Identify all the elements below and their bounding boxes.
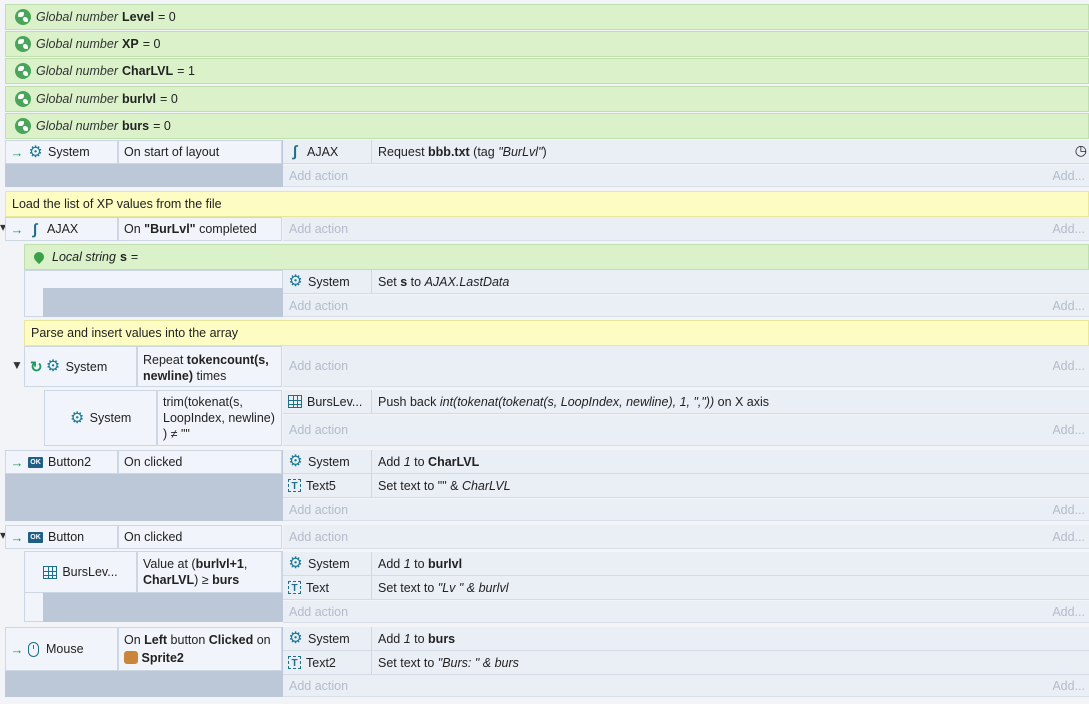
event-object-ajax[interactable]: → ∫ AJAX xyxy=(5,217,118,241)
globe-icon xyxy=(15,91,31,107)
action-set-s[interactable]: ⚙ System Set s to AJAX.LastData xyxy=(283,270,1089,294)
action-add-burlvl[interactable]: ⚙ System Add 1 to burlvl xyxy=(283,552,1089,576)
condition-trim-tokenat[interactable]: trim(tokenat(s, LoopIndex, newline)) ≠ "" xyxy=(157,390,282,446)
action-set-text[interactable]: T Text Set text to "Lv " & burlvl xyxy=(283,576,1089,600)
array-icon xyxy=(288,395,302,408)
event-object-system-repeat[interactable]: ↻ ⚙ System xyxy=(24,346,137,387)
gear-icon: ⚙ xyxy=(69,409,85,427)
collapse-triangle-icon[interactable]: ▼ xyxy=(11,358,23,372)
condition-ajax-completed[interactable]: On "BurLvl" completed xyxy=(118,217,282,241)
condition-repeat-tokencount[interactable]: Repeat tokencount(s, newline) times xyxy=(137,346,282,387)
array-icon xyxy=(43,565,58,579)
gear-icon: ⚙ xyxy=(28,143,43,161)
gear-icon: ⚙ xyxy=(288,555,303,572)
action-push-back[interactable]: BursLev... Push back int(tokenat(tokenat… xyxy=(283,390,1089,414)
add-action-row[interactable]: Add action Add... xyxy=(283,346,1089,387)
ajax-icon: ∫ xyxy=(292,143,298,160)
action-add-charlvl[interactable]: ⚙ System Add 1 to CharLVL xyxy=(283,450,1089,474)
event-object-system-trim[interactable]: ⚙ System xyxy=(44,390,157,446)
event-object-button2[interactable]: → OK Button2 xyxy=(5,450,118,474)
arrow-icon: → xyxy=(10,529,24,545)
action-ajax-request[interactable]: ∫ AJAX Request bbb.txt (tag "BurLvl") ◷ xyxy=(283,140,1089,164)
arrow-icon: → xyxy=(10,454,24,470)
add-action-row[interactable]: Add action Add... xyxy=(283,675,1089,697)
comment-parse-values[interactable]: Parse and insert values into the array xyxy=(24,320,1089,346)
add-action-row[interactable]: Add action Add... xyxy=(283,165,1089,187)
text-object-icon: T xyxy=(288,581,301,594)
history-icon[interactable]: ◷ xyxy=(1075,142,1087,159)
event-object-button[interactable]: → OK Button xyxy=(5,525,118,549)
gear-icon: ⚙ xyxy=(288,453,303,470)
globe-icon xyxy=(15,118,31,134)
global-var-burs[interactable]: Global number burs = 0 xyxy=(5,113,1089,139)
location-pin-icon xyxy=(31,249,47,265)
globe-icon xyxy=(15,9,31,25)
globe-icon xyxy=(15,36,31,52)
mouse-icon xyxy=(28,641,39,657)
gear-icon: ⚙ xyxy=(288,630,303,647)
action-add-burs[interactable]: ⚙ System Add 1 to burs xyxy=(283,627,1089,651)
condition-on-left-clicked[interactable]: On Left button Clicked on Sprite2 xyxy=(118,627,282,671)
add-action-row[interactable]: Add action Add... xyxy=(283,415,1089,446)
add-action-row[interactable]: Add action Add... xyxy=(283,217,1089,241)
global-var-level[interactable]: Global number Level = 0 xyxy=(5,4,1089,30)
arrow-icon: → xyxy=(10,144,24,160)
add-action-row[interactable]: Add action Add... xyxy=(283,499,1089,521)
add-action-row[interactable]: Add action Add... xyxy=(283,525,1089,549)
local-var-s[interactable]: Local string s = xyxy=(24,244,1089,270)
loop-icon: ↻ xyxy=(30,358,43,376)
add-action-row[interactable]: Add action Add... xyxy=(283,601,1089,623)
global-var-xp[interactable]: Global number XP = 0 xyxy=(5,31,1089,57)
global-var-charlvl[interactable]: Global number CharLVL = 1 xyxy=(5,58,1089,84)
button-ok-icon: OK xyxy=(28,456,43,468)
global-var-burlvl[interactable]: Global number burlvl = 0 xyxy=(5,86,1089,112)
comment-load-xp[interactable]: Load the list of XP values from the file xyxy=(5,191,1089,217)
gear-icon: ⚙ xyxy=(45,358,61,375)
arrow-icon: → xyxy=(10,641,24,657)
event-object-burslev[interactable]: BursLev... xyxy=(24,551,137,593)
add-action-row[interactable]: Add action Add... xyxy=(283,295,1089,317)
action-set-text2[interactable]: T Text2 Set text to "Burs: " & burs xyxy=(283,651,1089,675)
event-object-system[interactable]: → ⚙ System xyxy=(5,140,118,164)
button-ok-icon: OK xyxy=(28,531,43,543)
arrow-icon: → xyxy=(10,221,24,237)
condition-on-clicked[interactable]: On clicked xyxy=(118,525,282,549)
text-object-icon: T xyxy=(288,479,301,492)
condition-on-clicked[interactable]: On clicked xyxy=(118,450,282,474)
sub-event-block xyxy=(43,593,283,622)
condition-on-start-of-layout[interactable]: On start of layout xyxy=(118,140,282,164)
gear-icon: ⚙ xyxy=(288,273,303,290)
ajax-icon: ∫ xyxy=(32,220,38,238)
action-set-text5[interactable]: T Text5 Set text to "" & CharLVL xyxy=(283,474,1089,498)
globe-icon xyxy=(15,63,31,79)
condition-value-at[interactable]: Value at (burlvl+1, CharLVL) ≥ burs xyxy=(137,551,282,593)
sub-event-block xyxy=(43,288,283,317)
text-object-icon: T xyxy=(288,656,301,669)
sprite-icon xyxy=(124,651,138,664)
event-object-mouse[interactable]: → Mouse xyxy=(5,627,118,671)
